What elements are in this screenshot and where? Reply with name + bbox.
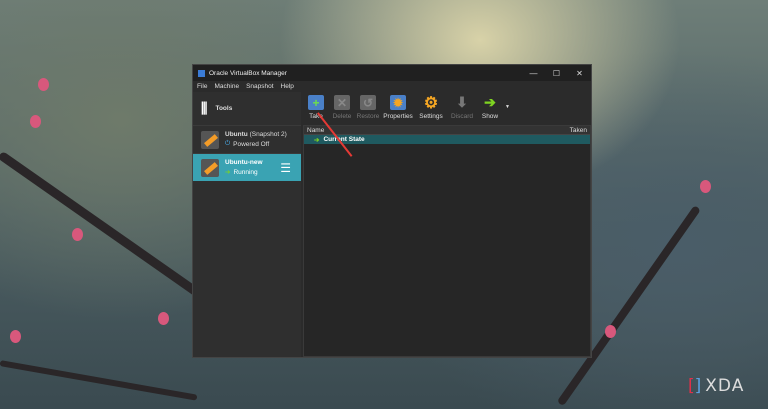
virtualbox-logo-icon <box>198 69 205 77</box>
flower-bud <box>700 180 711 193</box>
menu-bar: File Machine Snapshot Help <box>193 81 591 92</box>
settings-gear-icon: ⚙ <box>423 94 439 112</box>
menu-file[interactable]: File <box>197 83 207 90</box>
vm-list-panel: ⫼ Tools Ubuntu (Snapshot 2) ⏻ Powered Off… <box>193 92 301 357</box>
vm-snapshot: (Snapshot 2) <box>249 131 287 138</box>
restore-snapshot-button[interactable]: ↺ Restore <box>357 92 379 120</box>
flower-bud <box>72 228 83 241</box>
xda-watermark: [] XDA <box>688 376 745 396</box>
restore-snapshot-icon: ↺ <box>360 95 376 110</box>
column-name[interactable]: Name <box>307 127 324 134</box>
delete-snapshot-button[interactable]: ✕ Delete <box>331 92 353 120</box>
column-taken[interactable]: Taken <box>570 127 587 134</box>
take-snapshot-icon: + <box>308 95 324 110</box>
flower-bud <box>158 312 169 325</box>
show-button[interactable]: ➔ Show <box>479 92 501 120</box>
tools-label: Tools <box>215 105 233 112</box>
window-title: Oracle VirtualBox Manager <box>209 69 287 77</box>
vm-state: Powered Off <box>233 140 270 148</box>
settings-label: Settings <box>419 113 443 120</box>
discard-arrow-icon: ⬇ <box>456 94 468 110</box>
tools-item[interactable]: ⫼ Tools <box>193 92 301 125</box>
show-arrow-icon: ➔ <box>484 94 496 110</box>
watermark-text: XDA <box>705 376 745 396</box>
vm-name: Ubuntu <box>225 131 248 138</box>
ubuntu-vm-icon <box>201 130 219 149</box>
power-off-icon: ⏻ <box>225 140 231 147</box>
snapshot-table: Name Taken ➔ Current State <box>303 125 591 357</box>
properties-label: Properties <box>383 113 413 120</box>
delete-snapshot-icon: ✕ <box>334 95 350 110</box>
close-button[interactable]: ✕ <box>568 69 591 78</box>
toolbar: + Take ✕ Delete ↺ Restore ✹ Properties ⚙ Sett… <box>301 92 591 125</box>
settings-button[interactable]: ⚙ Settings <box>417 92 445 121</box>
flower-bud <box>38 78 49 91</box>
virtualbox-window: Oracle VirtualBox Manager — ☐ ✕ File Mac… <box>192 64 592 358</box>
vm-name: Ubuntu-new <box>225 159 263 166</box>
running-arrow-icon: ➔ <box>225 169 231 176</box>
flower-bud <box>30 115 41 128</box>
show-label: Show <box>481 113 499 120</box>
menu-machine[interactable]: Machine <box>214 83 239 90</box>
flower-bud <box>605 325 616 338</box>
flower-bud <box>10 330 21 343</box>
menu-snapshot[interactable]: Snapshot <box>246 83 273 90</box>
restore-label: Restore <box>356 113 380 120</box>
menu-help[interactable]: Help <box>281 83 294 90</box>
properties-icon: ✹ <box>390 95 406 110</box>
discard-button[interactable]: ⬇ Discard <box>449 92 475 120</box>
branch <box>0 360 198 401</box>
show-dropdown-chevron-icon[interactable]: ▼ <box>505 104 510 110</box>
vm-item-ubuntu[interactable]: Ubuntu (Snapshot 2) ⏻ Powered Off <box>193 125 301 153</box>
ubuntu-vm-icon <box>201 158 219 177</box>
delete-label: Delete <box>332 113 352 120</box>
maximize-button[interactable]: ☐ <box>545 69 568 78</box>
vm-item-ubuntu-new[interactable]: Ubuntu-new ➔ Running ☰ <box>193 153 301 181</box>
table-row[interactable]: ➔ Current State <box>304 135 590 144</box>
row-name: Current State <box>323 136 365 143</box>
table-header: Name Taken <box>304 126 590 135</box>
title-bar: Oracle VirtualBox Manager — ☐ ✕ <box>193 65 591 81</box>
take-snapshot-button[interactable]: + Take <box>305 92 327 120</box>
vm-menu-list-icon[interactable]: ☰ <box>280 161 291 175</box>
branch <box>0 150 216 308</box>
vm-state: Running <box>233 168 258 176</box>
tools-icon: ⫼ <box>201 100 208 116</box>
properties-button[interactable]: ✹ Properties <box>383 92 413 120</box>
discard-label: Discard <box>450 113 474 120</box>
current-state-arrow-icon: ➔ <box>314 136 320 144</box>
minimize-button[interactable]: — <box>522 69 545 78</box>
